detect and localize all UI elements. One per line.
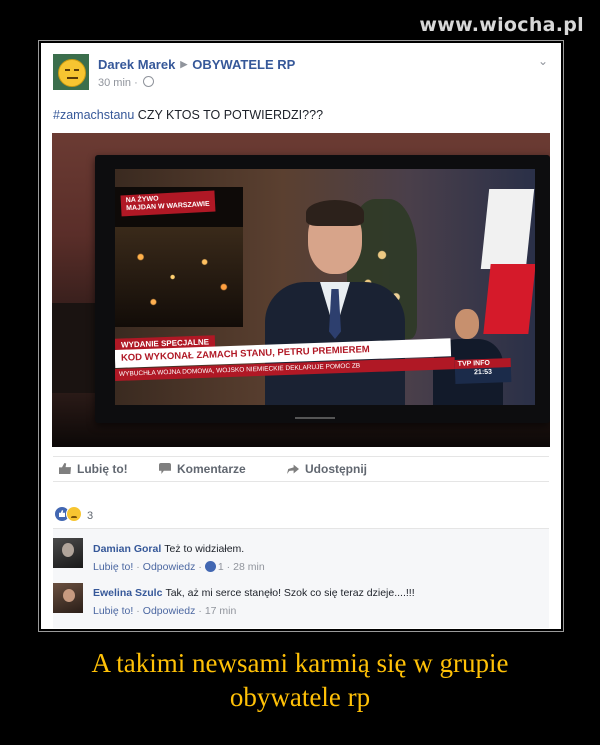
comment: Damian Goral Też to widziałem. xyxy=(93,543,244,555)
sad-reaction-icon xyxy=(66,506,82,522)
comments-divider xyxy=(53,528,549,529)
share-icon xyxy=(287,464,299,474)
share-button[interactable]: Udostępnij xyxy=(287,462,367,476)
post-text: #zamachstanu CZY KTOS TO POTWIERDZI??? xyxy=(53,108,323,122)
channel-clock: 21:53 xyxy=(473,368,493,377)
comment-text: Tak, aż mi serce stanęło! Szok co się te… xyxy=(165,587,415,599)
group-name[interactable]: OBYWATELE RP xyxy=(192,57,295,72)
thumbs-up-icon xyxy=(59,463,71,474)
post-photo[interactable]: NA ŻYWO MAJDAN W WARSZAWIE WYDANIE SPECJ… xyxy=(52,133,550,447)
comment-reply-link[interactable]: Odpowiedz xyxy=(143,605,196,617)
comment-like-count[interactable]: 1 xyxy=(218,561,224,573)
post-time[interactable]: 30 min · xyxy=(98,77,138,89)
chevron-down-icon[interactable]: ⌄ xyxy=(538,54,548,68)
post-body: CZY KTOS TO POTWIERDZI??? xyxy=(134,108,324,122)
live-inset: NA ŻYWO MAJDAN W WARSZAWIE xyxy=(115,187,243,327)
comment-text: Też to widziałem. xyxy=(164,543,245,555)
tv-brand xyxy=(295,417,335,419)
flag-white xyxy=(480,189,535,269)
comment-time[interactable]: 28 min xyxy=(233,561,265,573)
comment-like-link[interactable]: Lubię to! xyxy=(93,561,133,573)
tv-screen: NA ŻYWO MAJDAN W WARSZAWIE WYDANIE SPECJ… xyxy=(115,169,535,405)
comment-reply-link[interactable]: Odpowiedz xyxy=(143,561,196,573)
reactions-summary[interactable]: 3 xyxy=(54,506,93,522)
like-reaction-icon xyxy=(204,561,216,572)
caption-line-2: obywatele rp xyxy=(229,682,371,712)
channel-logo: TVP INFO 21:53 xyxy=(454,358,512,384)
globe-icon xyxy=(142,76,154,87)
comment-like-link[interactable]: Lubię to! xyxy=(93,605,133,617)
action-bar: Lubię to! Komentarze Udostępnij xyxy=(53,456,549,482)
facebook-post-card: Darek Marek ▶ OBYWATELE RP 30 min · ⌄ #zam… xyxy=(41,43,561,629)
hashtag-link[interactable]: #zamachstanu xyxy=(53,108,134,122)
post-header: Darek Marek ▶ OBYWATELE RP xyxy=(98,57,295,72)
author-avatar[interactable] xyxy=(53,54,89,90)
reaction-count: 3 xyxy=(87,510,94,522)
arrow-right-icon: ▶ xyxy=(180,59,188,69)
meme-caption: A takimi newsami karmią się w grupie oby… xyxy=(0,646,600,714)
comment-actions: Lubię to! · Odpowiedz · 1 · 28 min xyxy=(93,561,265,573)
comment-actions: Lubię to! · Odpowiedz · 17 min xyxy=(93,605,237,617)
comment-icon xyxy=(159,463,171,474)
emoji-face-icon xyxy=(58,59,86,87)
comment-time[interactable]: 17 min xyxy=(205,605,237,617)
comment-button[interactable]: Komentarze xyxy=(159,462,246,476)
tv-set: NA ŻYWO MAJDAN W WARSZAWIE WYDANIE SPECJ… xyxy=(95,155,550,423)
comment-label: Komentarze xyxy=(177,462,246,476)
commenter-name[interactable]: Damian Goral xyxy=(93,543,161,555)
like-label: Lubię to! xyxy=(77,462,128,476)
commenter-avatar[interactable] xyxy=(53,538,83,568)
post-meta: 30 min · xyxy=(98,76,154,89)
author-name[interactable]: Darek Marek xyxy=(98,57,175,72)
site-watermark: www.wiocha.pl xyxy=(419,14,584,36)
share-label: Udostępnij xyxy=(305,462,367,476)
like-button[interactable]: Lubię to! xyxy=(59,462,128,476)
comment: Ewelina Szulc Tak, aż mi serce stanęło! S… xyxy=(93,587,415,599)
live-tag: NA ŻYWO MAJDAN W WARSZAWIE xyxy=(120,190,216,217)
caption-line-1: A takimi newsami karmią się w grupie xyxy=(91,648,509,678)
commenter-avatar[interactable] xyxy=(53,583,83,613)
crowd-image xyxy=(115,227,243,327)
commenter-name[interactable]: Ewelina Szulc xyxy=(93,587,162,599)
